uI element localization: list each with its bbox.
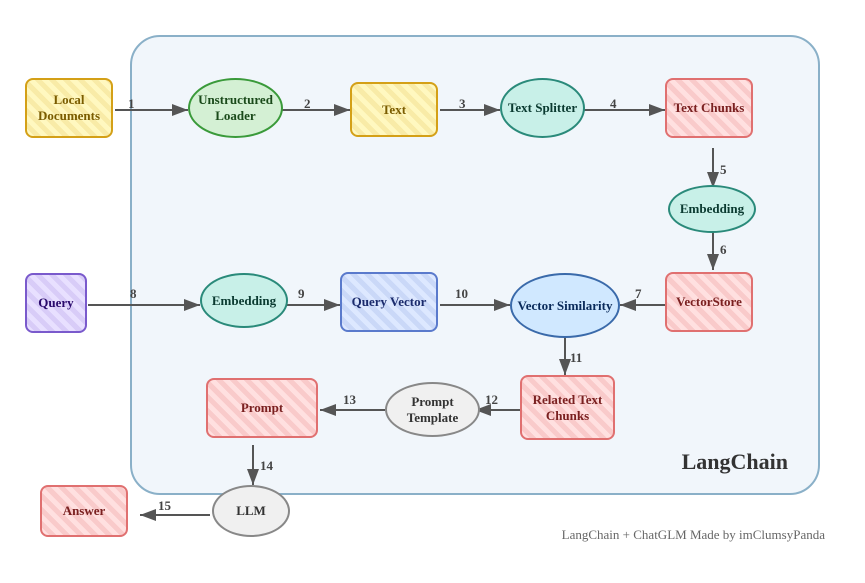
vectorstore-node: VectorStore [665, 272, 753, 332]
step-13: 13 [343, 392, 356, 408]
step-14: 14 [260, 458, 273, 474]
unstructured-loader-node: Unstructured Loader [188, 78, 283, 138]
query-vector-node: Query Vector [340, 272, 438, 332]
related-text-chunks-node: Related Text Chunks [520, 375, 615, 440]
step-8: 8 [130, 286, 137, 302]
embedding2-node: Embedding [200, 273, 288, 328]
text-node: Text [350, 82, 438, 137]
prompt-template-node: Prompt Template [385, 382, 480, 437]
step-7: 7 [635, 286, 642, 302]
text-splitter-node: Text Splitter [500, 78, 585, 138]
vector-similarity-node: Vector Similarity [510, 273, 620, 338]
prompt-node: Prompt [206, 378, 318, 438]
query-node: Query [25, 273, 87, 333]
footer-text: LangChain + ChatGLM Made by imClumsyPand… [562, 527, 825, 543]
step-10: 10 [455, 286, 468, 302]
step-6: 6 [720, 242, 727, 258]
step-5: 5 [720, 162, 727, 178]
step-11: 11 [570, 350, 582, 366]
diagram-container: LangChain [10, 10, 855, 563]
step-4: 4 [610, 96, 617, 112]
embedding1-node: Embedding [668, 185, 756, 233]
step-1: 1 [128, 96, 135, 112]
step-12: 12 [485, 392, 498, 408]
langchain-label: LangChain [682, 449, 788, 475]
step-3: 3 [459, 96, 466, 112]
llm-node: LLM [212, 485, 290, 537]
local-documents-node: Local Documents [25, 78, 113, 138]
step-9: 9 [298, 286, 305, 302]
step-2: 2 [304, 96, 311, 112]
answer-node: Answer [40, 485, 128, 537]
text-chunks-node: Text Chunks [665, 78, 753, 138]
step-15: 15 [158, 498, 171, 514]
